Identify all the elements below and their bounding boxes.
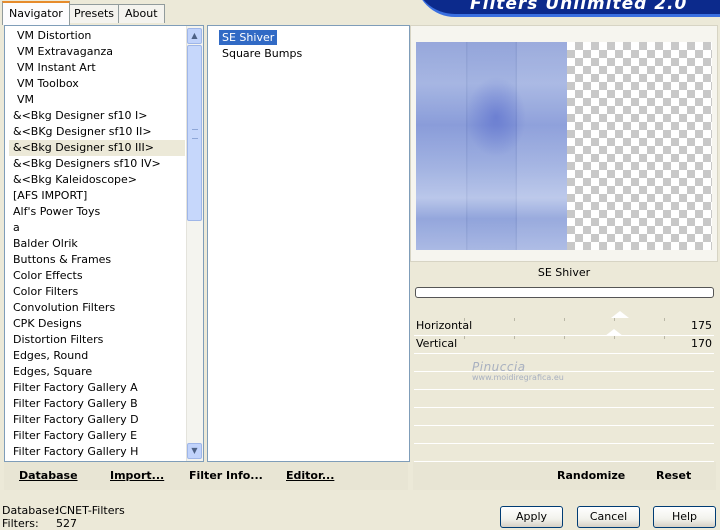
- category-item[interactable]: Filter Factory Gallery B: [9, 396, 185, 412]
- scrollbar-thumb[interactable]: [187, 45, 202, 221]
- slider-tick: [614, 318, 615, 321]
- category-item[interactable]: Color Effects: [9, 268, 185, 284]
- slider-tick: [614, 336, 615, 339]
- slider-tick: [514, 318, 515, 321]
- param-label: Vertical: [416, 337, 458, 350]
- category-item[interactable]: Filter Factory Gallery D: [9, 412, 185, 428]
- current-filter-title: SE Shiver: [537, 266, 591, 279]
- transparency-checkerboard: [567, 42, 712, 250]
- randomize-button[interactable]: Randomize: [557, 469, 625, 482]
- param-value: 175: [691, 319, 712, 332]
- database-button[interactable]: Database: [19, 469, 78, 482]
- tab-navigator[interactable]: Navigator: [2, 1, 70, 25]
- status-database-value: ICNET-Filters: [56, 504, 125, 517]
- category-item[interactable]: VM Instant Art: [9, 60, 185, 76]
- watermark-url: www.moidiregrafica.eu: [472, 373, 564, 382]
- watermark-name: Pinuccia: [472, 360, 526, 374]
- parameter-list: Horizontal 175 Vertical 170: [414, 311, 714, 462]
- category-scrollbar[interactable]: ▲ ▼: [186, 26, 203, 461]
- category-item[interactable]: Convolution Filters: [9, 300, 185, 316]
- filter-item-square-bumps[interactable]: Square Bumps: [219, 46, 305, 61]
- preview-image: [416, 42, 567, 250]
- param-vertical[interactable]: Vertical 170: [414, 329, 714, 354]
- category-item[interactable]: Filter Factory Gallery E: [9, 428, 185, 444]
- import-label: Import...: [110, 469, 165, 482]
- param-slot-empty: [414, 408, 714, 426]
- category-list[interactable]: VM Distortion VM Extravaganza VM Instant A…: [9, 28, 185, 460]
- slider-tick: [464, 336, 465, 339]
- watermark: Pinuccia www.moidiregrafica.eu: [472, 360, 564, 382]
- import-button[interactable]: Import...: [110, 469, 164, 482]
- category-item[interactable]: Buttons & Frames: [9, 252, 185, 268]
- scroll-up-button[interactable]: ▲: [187, 28, 202, 44]
- category-list-panel: VM Distortion VM Extravaganza VM Instant A…: [4, 25, 204, 462]
- param-slot-empty: [414, 372, 714, 390]
- reset-button[interactable]: Reset: [656, 469, 691, 482]
- category-item[interactable]: Alf's Power Toys: [9, 204, 185, 220]
- filter-info-button[interactable]: Filter Info...: [189, 469, 263, 482]
- category-item[interactable]: &<Bkg Designers sf10 IV>: [9, 156, 185, 172]
- status-filters: Filters: 527: [2, 517, 77, 530]
- slider-tick: [514, 336, 515, 339]
- slider-tick: [564, 336, 565, 339]
- param-horizontal[interactable]: Horizontal 175: [414, 311, 714, 336]
- category-item[interactable]: &<BKg Designer sf10 II>: [9, 124, 185, 140]
- database-label: Database: [19, 469, 78, 482]
- category-item[interactable]: &<Bkg Designer sf10 III>: [9, 140, 185, 156]
- category-item[interactable]: Color Filters: [9, 284, 185, 300]
- param-slot-empty: [414, 390, 714, 408]
- category-item[interactable]: Balder Olrik: [9, 236, 185, 252]
- tab-presets[interactable]: Presets: [67, 4, 122, 23]
- param-slot-empty: [414, 354, 714, 372]
- category-item[interactable]: [AFS IMPORT]: [9, 188, 185, 204]
- category-item[interactable]: CPK Designs: [9, 316, 185, 332]
- category-item[interactable]: Edges, Square: [9, 364, 185, 380]
- editor-button[interactable]: Editor...: [286, 469, 334, 482]
- category-item[interactable]: VM Extravaganza: [9, 44, 185, 60]
- scroll-down-button[interactable]: ▼: [187, 443, 202, 459]
- status-database: Database:ICNET-Filters: [2, 504, 125, 517]
- category-item[interactable]: Edges, Round: [9, 348, 185, 364]
- param-value: 170: [691, 337, 712, 350]
- slider-tick: [664, 336, 665, 339]
- category-item[interactable]: &<Bkg Kaleidoscope>: [9, 172, 185, 188]
- slider-tick: [564, 318, 565, 321]
- tab-about[interactable]: About: [118, 4, 165, 23]
- preview-panel: [410, 25, 718, 262]
- param-slot-empty: [414, 444, 714, 462]
- category-item[interactable]: &<Bkg Designer sf10 I>: [9, 108, 185, 124]
- category-item[interactable]: VM: [9, 92, 185, 108]
- slider-marker[interactable]: [605, 329, 623, 336]
- slider-tick: [464, 318, 465, 321]
- category-item[interactable]: Filter Factory Gallery H: [9, 444, 185, 460]
- filter-item-se-shiver[interactable]: SE Shiver: [219, 30, 278, 45]
- filter-list-panel: SE Shiver Square Bumps: [207, 25, 410, 462]
- category-item[interactable]: VM Distortion: [9, 28, 185, 44]
- status-filters-label: Filters:: [2, 517, 39, 530]
- category-item[interactable]: Distortion Filters: [9, 332, 185, 348]
- grip-icon: [192, 129, 198, 139]
- status-database-label: Database:: [2, 504, 59, 517]
- progress-bar: [415, 287, 714, 298]
- status-filters-value: 527: [56, 517, 77, 530]
- category-item[interactable]: VM Toolbox: [9, 76, 185, 92]
- slider-marker[interactable]: [611, 311, 629, 318]
- slider-tick: [664, 318, 665, 321]
- category-item[interactable]: Filter Factory Gallery A: [9, 380, 185, 396]
- param-slot-empty: [414, 426, 714, 444]
- banner-title: Filters Unlimited 2.0: [470, 0, 688, 14]
- editor-label: Editor...: [286, 469, 335, 482]
- category-item[interactable]: a: [9, 220, 185, 236]
